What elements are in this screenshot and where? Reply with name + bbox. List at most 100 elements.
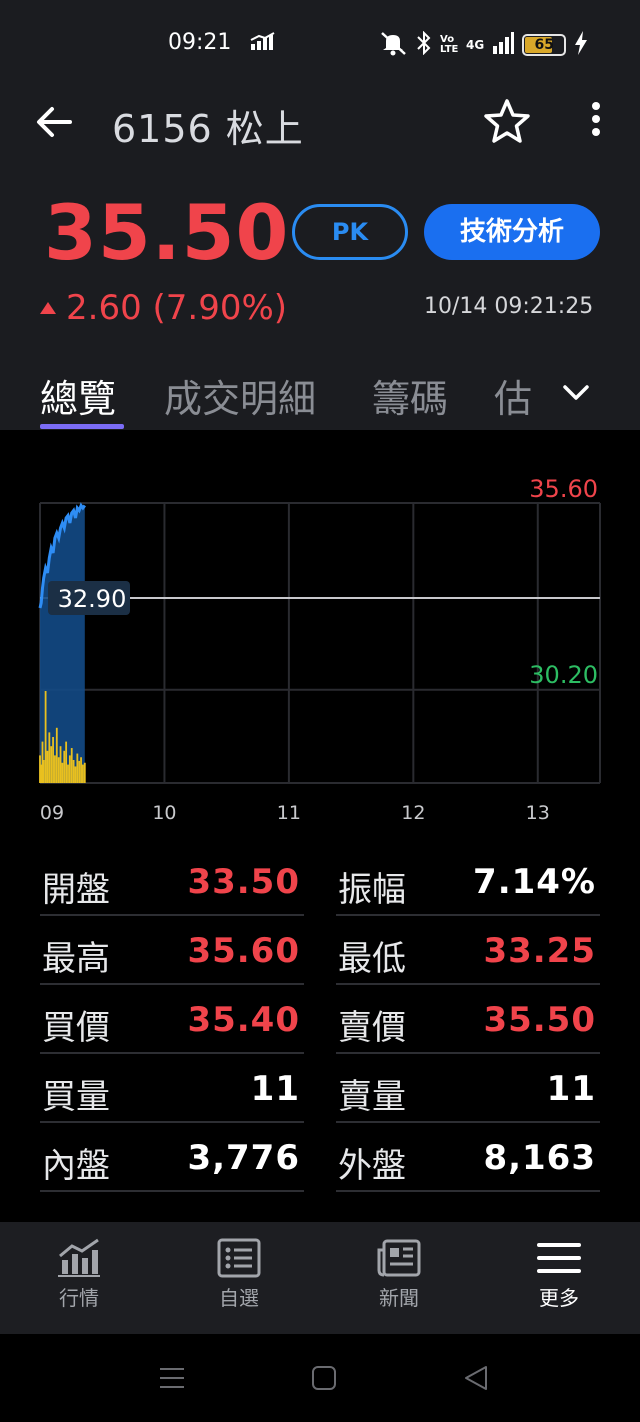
stat-label: 賣價: [338, 1008, 406, 1048]
status-time: 09:21: [168, 30, 232, 55]
active-tab-indicator: [40, 424, 124, 429]
bluetooth-icon: [416, 30, 432, 59]
stat-label: 買價: [42, 1008, 110, 1048]
reference-label: 32.90: [58, 585, 127, 613]
battery-level: 65: [534, 37, 554, 53]
stat-value: 7.14%: [473, 862, 596, 902]
charging-icon: [574, 31, 588, 59]
chevron-down-icon[interactable]: [562, 378, 590, 406]
volume-bar: [55, 727, 58, 783]
volume-bar: [80, 757, 82, 783]
x-tick-label: 13: [526, 802, 550, 824]
volume-bar: [83, 762, 86, 783]
stat-value: 33.50: [187, 862, 300, 902]
tab-valuation[interactable]: 估: [494, 368, 532, 423]
price-area: [40, 505, 85, 783]
app-header: 6156 松上: [0, 88, 640, 158]
pk-button[interactable]: PK: [292, 204, 408, 260]
chart-icon: [58, 1238, 100, 1277]
nav-news[interactable]: 新聞: [344, 1238, 454, 1311]
favorite-star-icon[interactable]: [482, 98, 532, 150]
technical-analysis-button[interactable]: 技術分析: [424, 204, 600, 260]
back-triangle-icon[interactable]: [462, 1364, 490, 1396]
stat-inner-volume: 內盤 3,776: [40, 1124, 304, 1192]
cell-signal-icon: [492, 32, 515, 58]
volume-bar: [67, 764, 69, 783]
nav-more[interactable]: 更多: [504, 1238, 614, 1311]
stat-bid-volume: 買量 11: [40, 1055, 304, 1123]
news-icon: [377, 1239, 421, 1277]
nav-label: 行情: [59, 1286, 99, 1310]
volume-bar: [65, 741, 68, 783]
volume-bar: [44, 691, 47, 783]
stat-label: 買量: [42, 1077, 110, 1117]
volte-badge: Vo LTE: [440, 34, 459, 55]
stat-low: 最低 33.25: [336, 917, 600, 985]
stat-ask-volume: 賣量 11: [336, 1055, 600, 1123]
home-icon[interactable]: [310, 1364, 338, 1396]
stat-value: 11: [546, 1069, 596, 1109]
tab-chips[interactable]: 籌碼: [372, 368, 448, 423]
quote-datetime: 10/14 09:21:25: [424, 294, 594, 319]
stat-ask: 賣價 35.50: [336, 986, 600, 1054]
volume-bar: [42, 760, 45, 783]
network-type: 4G: [466, 38, 485, 52]
bottom-navigation: 行情 自選 新聞 更多: [0, 1222, 640, 1334]
page-title: 6156 松上: [112, 107, 304, 151]
volume-bar: [50, 746, 53, 783]
activity-signal-icon: [250, 32, 276, 54]
intraday-chart-svg: 35.60 30.20 32.90 09 10 11 12 13: [38, 475, 601, 824]
nav-market[interactable]: 行情: [24, 1238, 134, 1311]
volume-bar: [52, 737, 54, 783]
volume-bar: [70, 748, 73, 783]
menu-icon: [537, 1243, 581, 1273]
status-bar: 09:21 Vo LTE 4G 65: [0, 24, 640, 64]
volume-bar: [46, 750, 49, 783]
volume-bar: [82, 764, 84, 783]
price-change: 2.60 (7.90%): [40, 288, 287, 328]
recents-icon[interactable]: [158, 1364, 186, 1396]
stat-value: 3,776: [187, 1138, 300, 1178]
stat-bid: 買價 35.40: [40, 986, 304, 1054]
up-triangle-icon: [40, 302, 56, 314]
stat-value: 35.40: [187, 1000, 300, 1040]
more-options-icon[interactable]: [584, 100, 608, 140]
volume-bar: [78, 760, 81, 783]
volume-bar: [76, 753, 79, 783]
stat-label: 最高: [42, 939, 110, 979]
current-price: 35.50: [44, 188, 290, 277]
volume-bar: [48, 732, 51, 783]
stat-value: 35.50: [483, 1000, 596, 1040]
stat-label: 最低: [338, 939, 406, 979]
intraday-chart[interactable]: 35.60 30.20 32.90 09 10 11 12 13: [0, 460, 640, 830]
tab-trade-details[interactable]: 成交明細: [164, 368, 316, 423]
stat-open: 開盤 33.50: [40, 848, 304, 916]
stat-value: 8,163: [483, 1138, 596, 1178]
back-arrow-icon[interactable]: [34, 102, 78, 142]
price-change-value: 2.60 (7.90%): [66, 288, 288, 328]
y-high-label: 35.60: [529, 475, 598, 503]
stat-label: 開盤: [42, 870, 110, 910]
x-tick-label: 10: [152, 802, 176, 824]
tab-overview[interactable]: 總覽: [40, 368, 116, 423]
volume-bar: [68, 755, 71, 783]
x-tick-label: 09: [40, 802, 64, 824]
nav-label: 新聞: [379, 1286, 419, 1310]
nav-label: 自選: [219, 1286, 259, 1310]
stat-value: 11: [250, 1069, 300, 1109]
nav-label: 更多: [539, 1286, 579, 1310]
mute-bell-icon: [378, 30, 408, 60]
stat-label: 振幅: [338, 870, 406, 910]
nav-watchlist[interactable]: 自選: [184, 1238, 294, 1311]
stat-label: 賣量: [338, 1077, 406, 1117]
volume-bar: [63, 750, 66, 783]
volume-bar: [57, 757, 60, 783]
volume-bar: [59, 746, 62, 783]
volume-bar: [61, 762, 64, 783]
stat-high: 最高 35.60: [40, 917, 304, 985]
stat-outer-volume: 外盤 8,163: [336, 1124, 600, 1192]
stat-label: 外盤: [338, 1146, 406, 1186]
stat-amplitude: 振幅 7.14%: [336, 848, 600, 916]
stat-value: 33.25: [483, 931, 596, 971]
stat-label: 內盤: [42, 1146, 110, 1186]
